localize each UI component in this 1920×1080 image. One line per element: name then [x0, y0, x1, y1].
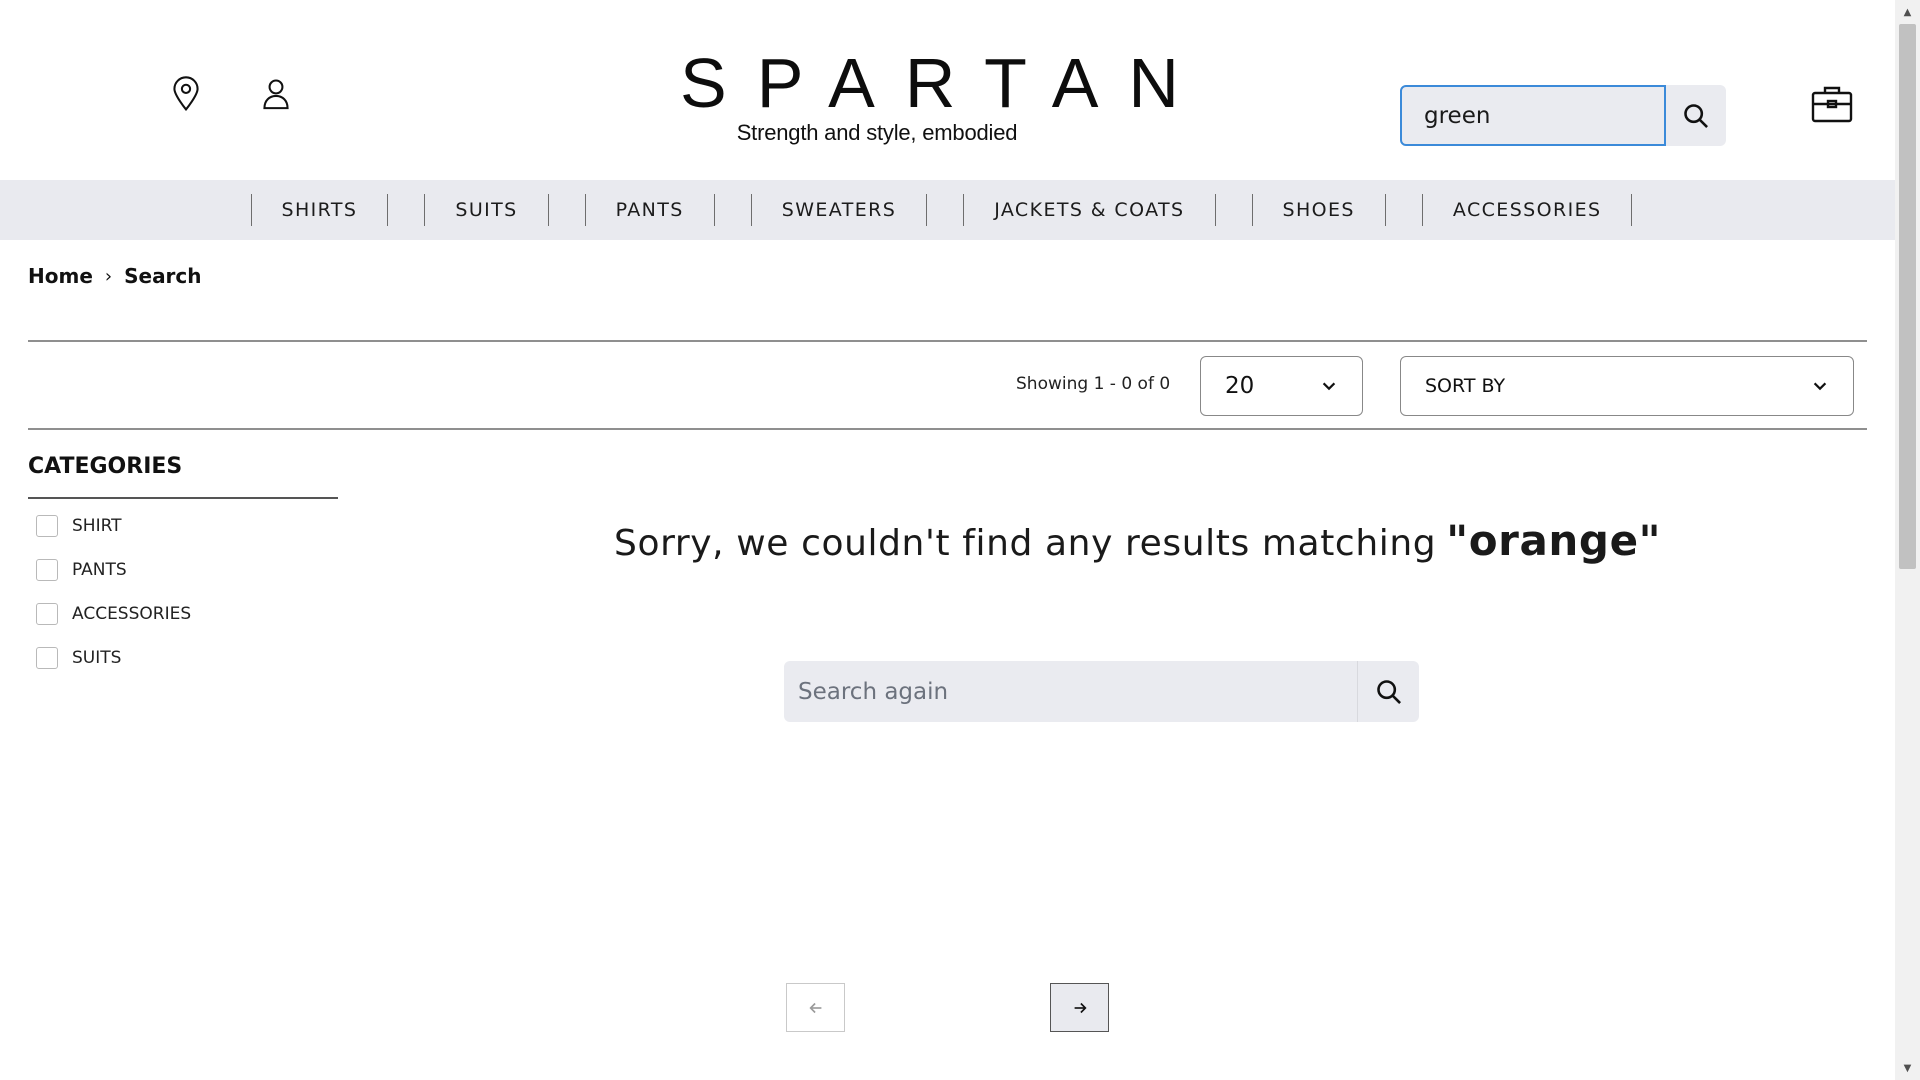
category-item-shirt[interactable]: SHIRT	[36, 504, 191, 548]
pagination-next-button[interactable]	[1050, 983, 1109, 1032]
category-checkbox[interactable]	[36, 647, 58, 669]
nav-item-pants[interactable]: PANTS	[584, 194, 715, 226]
categories-list: SHIRT PANTS ACCESSORIES SUITS	[36, 504, 191, 680]
search-again-button[interactable]	[1357, 661, 1419, 722]
divider-bottom	[28, 428, 1867, 430]
header-search-input[interactable]	[1400, 85, 1666, 146]
category-checkbox[interactable]	[36, 515, 58, 537]
scroll-down-arrow-icon[interactable]: ▼	[1895, 1058, 1920, 1078]
location-pin-icon[interactable]	[166, 72, 206, 116]
search-again-form	[784, 661, 1419, 722]
category-item-suits[interactable]: SUITS	[36, 636, 191, 680]
breadcrumb-home-link[interactable]: Home	[28, 264, 93, 288]
scroll-up-arrow-icon[interactable]: ▲	[1895, 2, 1920, 22]
site-header: SPARTAN Strength and style, embodied	[0, 0, 1895, 180]
nav-item-sweaters[interactable]: SWEATERS	[750, 194, 928, 226]
breadcrumb: Home › Search	[28, 264, 202, 288]
user-icon[interactable]	[256, 72, 296, 116]
arrow-left-icon	[808, 1002, 821, 1013]
chevron-down-icon	[1813, 382, 1827, 391]
chevron-down-icon	[1322, 382, 1336, 391]
per-page-select[interactable]: 20	[1200, 356, 1363, 416]
no-results-query: "orange"	[1446, 516, 1662, 565]
no-results-message: Sorry, we couldn't find any results matc…	[614, 516, 1661, 565]
page-scrollbar[interactable]: ▲ ▼	[1895, 0, 1920, 1080]
sort-by-select[interactable]: SORT BY	[1400, 356, 1854, 416]
category-label: SHIRT	[72, 516, 122, 536]
sort-by-label: SORT BY	[1425, 375, 1506, 397]
nav-item-shirts[interactable]: SHIRTS	[250, 194, 389, 226]
brand-logo[interactable]: SPARTAN Strength and style, embodied	[652, 40, 1209, 146]
header-search-button[interactable]	[1666, 85, 1726, 146]
results-count: Showing 1 - 0 of 0	[1016, 374, 1171, 394]
category-label: ACCESSORIES	[72, 604, 192, 624]
category-label: PANTS	[72, 560, 127, 580]
search-icon	[1376, 679, 1401, 704]
per-page-value: 20	[1225, 373, 1255, 399]
arrow-right-icon	[1074, 1002, 1087, 1013]
category-item-pants[interactable]: PANTS	[36, 548, 191, 592]
categories-divider	[28, 497, 338, 499]
pagination-prev-button[interactable]	[786, 983, 845, 1032]
categories-title: CATEGORIES	[28, 454, 183, 479]
no-results-text: Sorry, we couldn't find any results matc…	[614, 523, 1437, 564]
search-again-input[interactable]	[784, 661, 1357, 722]
breadcrumb-separator: ›	[104, 265, 113, 287]
nav-item-accessories[interactable]: ACCESSORIES	[1421, 194, 1633, 226]
search-icon	[1684, 103, 1708, 128]
category-item-accessories[interactable]: ACCESSORIES	[36, 592, 191, 636]
category-checkbox[interactable]	[36, 559, 58, 581]
category-label: SUITS	[72, 648, 122, 668]
divider-top	[28, 340, 1867, 342]
scrollbar-thumb[interactable]	[1899, 24, 1916, 569]
nav-item-shoes[interactable]: SHOES	[1251, 194, 1386, 226]
brand-name: SPARTAN	[680, 44, 1209, 122]
briefcase-bag-icon[interactable]	[1810, 84, 1854, 124]
category-checkbox[interactable]	[36, 603, 58, 625]
nav-item-jackets-coats[interactable]: JACKETS & COATS	[963, 194, 1216, 226]
breadcrumb-current: Search	[124, 264, 202, 288]
header-search	[1400, 85, 1726, 146]
main-nav: SHIRTS SUITS PANTS SWEATERS JACKETS & CO…	[0, 180, 1895, 240]
nav-item-suits[interactable]: SUITS	[424, 194, 549, 226]
